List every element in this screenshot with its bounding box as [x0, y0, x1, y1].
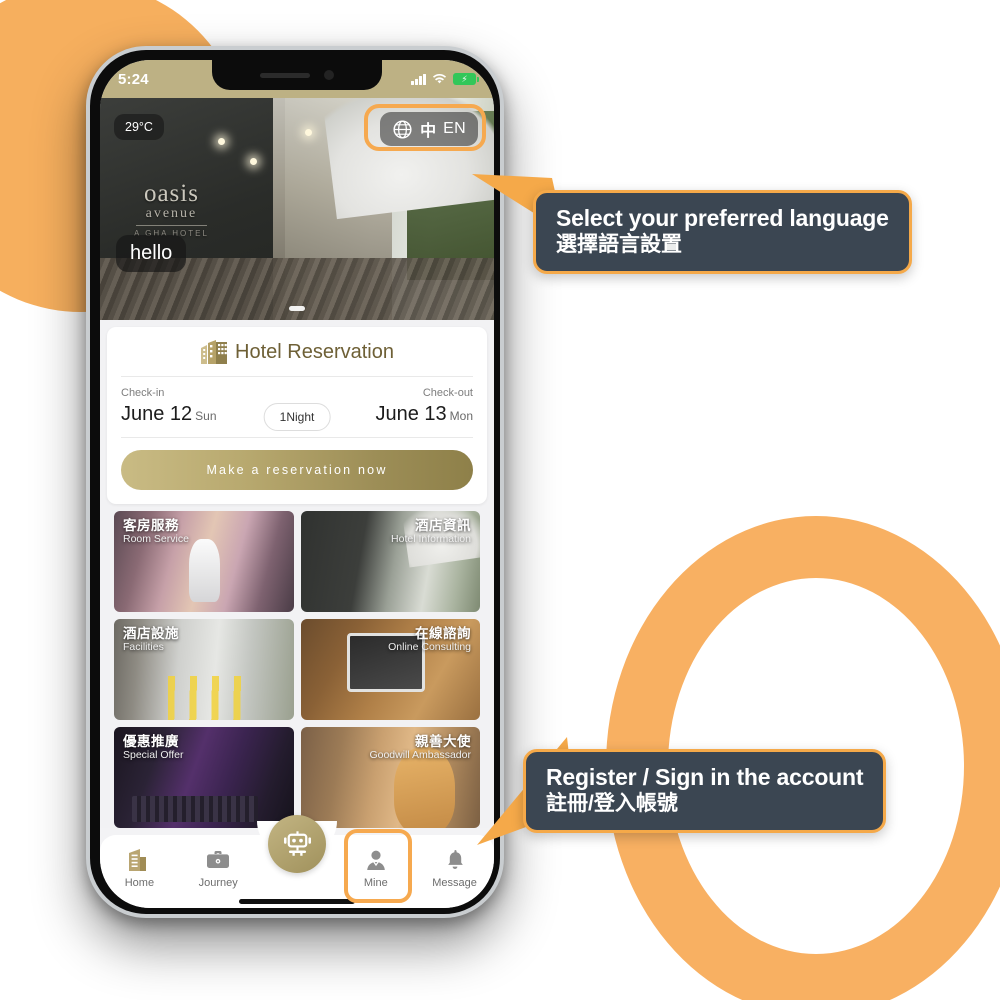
checkin-date: June 12: [121, 403, 193, 425]
tile-label: 在線諮詢 Online Consulting: [388, 626, 471, 654]
card-header: Hotel Reservation: [121, 339, 473, 376]
signal-icon: [411, 73, 426, 85]
callout-account: Register / Sign in the account 註冊/登入帳號: [523, 749, 887, 834]
tab-label: Mine: [363, 877, 388, 889]
robot-assistant-button[interactable]: [268, 815, 326, 873]
wifi-icon: [432, 73, 447, 84]
phone-volume-down: [86, 292, 87, 348]
phone-notch: [212, 60, 382, 90]
tabbar-wrap: Home Journey Mine Message: [100, 815, 494, 908]
sign-sub: avenue: [145, 206, 198, 221]
hero-light: [249, 157, 257, 165]
language-toggle[interactable]: 中 EN: [380, 112, 478, 146]
phone-volume-up: [86, 222, 87, 278]
tile-label-en: Facilities: [123, 641, 164, 654]
building-icon: [201, 340, 228, 364]
checkin-dow: Sun: [195, 409, 217, 423]
tile-special-offer[interactable]: 優惠推廣 Special Offer: [114, 727, 294, 828]
temperature-badge: 29°C: [114, 114, 164, 140]
status-time: 5:24: [118, 70, 149, 88]
home-indicator: [239, 899, 355, 904]
hotel-sign: oasis avenue A GHA HOTEL: [134, 180, 209, 238]
tile-room-service[interactable]: 客房服務 Room Service: [114, 511, 294, 612]
tile-label: 優惠推廣 Special Offer: [123, 734, 184, 762]
checkout-label: Check-out: [422, 387, 473, 399]
sign-divider: [136, 225, 207, 226]
tile-facilities[interactable]: 酒店設施 Facilities: [114, 619, 294, 720]
tile-goodwill-ambassador[interactable]: 親善大使 Goodwill Ambassador: [300, 727, 480, 828]
tab-journey[interactable]: Journey: [179, 847, 258, 889]
service-tile-grid: 客房服務 Room Service 酒店資訊 Hotel Information: [107, 504, 487, 828]
callout-language: Select your preferred language 選擇語言設置: [533, 190, 912, 275]
globe-icon: [393, 119, 412, 139]
tile-label-zh: 酒店資訊: [415, 518, 471, 533]
earpiece-speaker: [260, 72, 310, 78]
tile-online-consulting[interactable]: 在線諮詢 Online Consulting: [300, 619, 480, 720]
briefcase-icon: [205, 847, 231, 873]
carousel-indicator[interactable]: [289, 306, 305, 311]
tile-label-en: Room Service: [123, 533, 189, 546]
content-area: Hotel Reservation Check-in June 12 Sun 1N…: [100, 320, 494, 828]
hotel-reservation-card: Hotel Reservation Check-in June 12 Sun 1N…: [107, 327, 487, 504]
date-selector: Check-in June 12 Sun 1Night Check-out Jun…: [121, 377, 473, 437]
sign-brand: oasis: [143, 180, 199, 207]
person-icon: [364, 847, 388, 873]
card-divider-bottom: [121, 437, 473, 438]
tile-label-zh: 酒店設施: [123, 626, 179, 641]
make-reservation-button[interactable]: Make a reservation now: [121, 450, 473, 490]
tab-mine[interactable]: Mine: [336, 847, 415, 889]
card-title: Hotel Reservation: [235, 340, 394, 363]
battery-charging-icon: ⚡: [453, 73, 479, 85]
checkin-label: Check-in: [121, 387, 165, 399]
building-icon: [127, 847, 152, 873]
checkout-date: June 13: [375, 403, 447, 425]
language-option-zh[interactable]: 中: [420, 117, 436, 141]
tab-label: Home: [124, 877, 155, 889]
front-camera: [324, 70, 334, 80]
language-option-en[interactable]: EN: [443, 120, 466, 138]
tile-label-zh: 在線諮詢: [415, 626, 471, 641]
callout-line-en: Register / Sign in the account: [546, 764, 864, 790]
greeting-bubble: hello: [116, 235, 187, 272]
tab-home[interactable]: Home: [100, 847, 179, 889]
tile-label-zh: 客房服務: [123, 518, 179, 533]
tile-label: 酒店設施 Facilities: [123, 626, 179, 654]
callout-line-en: Select your preferred language: [556, 205, 889, 231]
tile-label-en: Hotel Information: [391, 533, 471, 546]
tile-hotel-information[interactable]: 酒店資訊 Hotel Information: [300, 511, 480, 612]
screenshot-stage: 5:24 ⚡ 29°C oasis avenue A GHA HOTEL hel…: [0, 0, 1000, 1000]
tile-label: 酒店資訊 Hotel Information: [391, 518, 471, 546]
callout-line-zh: 註冊/登入帳號: [546, 791, 678, 815]
phone-mockup: 5:24 ⚡ 29°C oasis avenue A GHA HOTEL hel…: [86, 46, 504, 918]
tile-label-zh: 優惠推廣: [123, 734, 179, 749]
tab-label: Message: [432, 877, 477, 889]
status-icons: ⚡: [411, 73, 479, 85]
tile-label: 客房服務 Room Service: [123, 518, 189, 546]
callout-line-zh: 選擇語言設置: [556, 232, 682, 256]
tile-label-en: Special Offer: [123, 749, 184, 762]
robot-icon: [283, 830, 311, 856]
hero-light: [304, 129, 312, 137]
tab-label: Journey: [198, 877, 238, 889]
nights-badge[interactable]: 1Night: [263, 403, 331, 431]
phone-mute-switch: [86, 170, 87, 200]
hero-banner[interactable]: 29°C oasis avenue A GHA HOTEL hello 中 EN: [100, 98, 494, 320]
checkout-dow: Mon: [449, 409, 473, 423]
tile-label-en: Online Consulting: [388, 641, 471, 654]
phone-screen: 5:24 ⚡ 29°C oasis avenue A GHA HOTEL hel…: [100, 60, 494, 908]
